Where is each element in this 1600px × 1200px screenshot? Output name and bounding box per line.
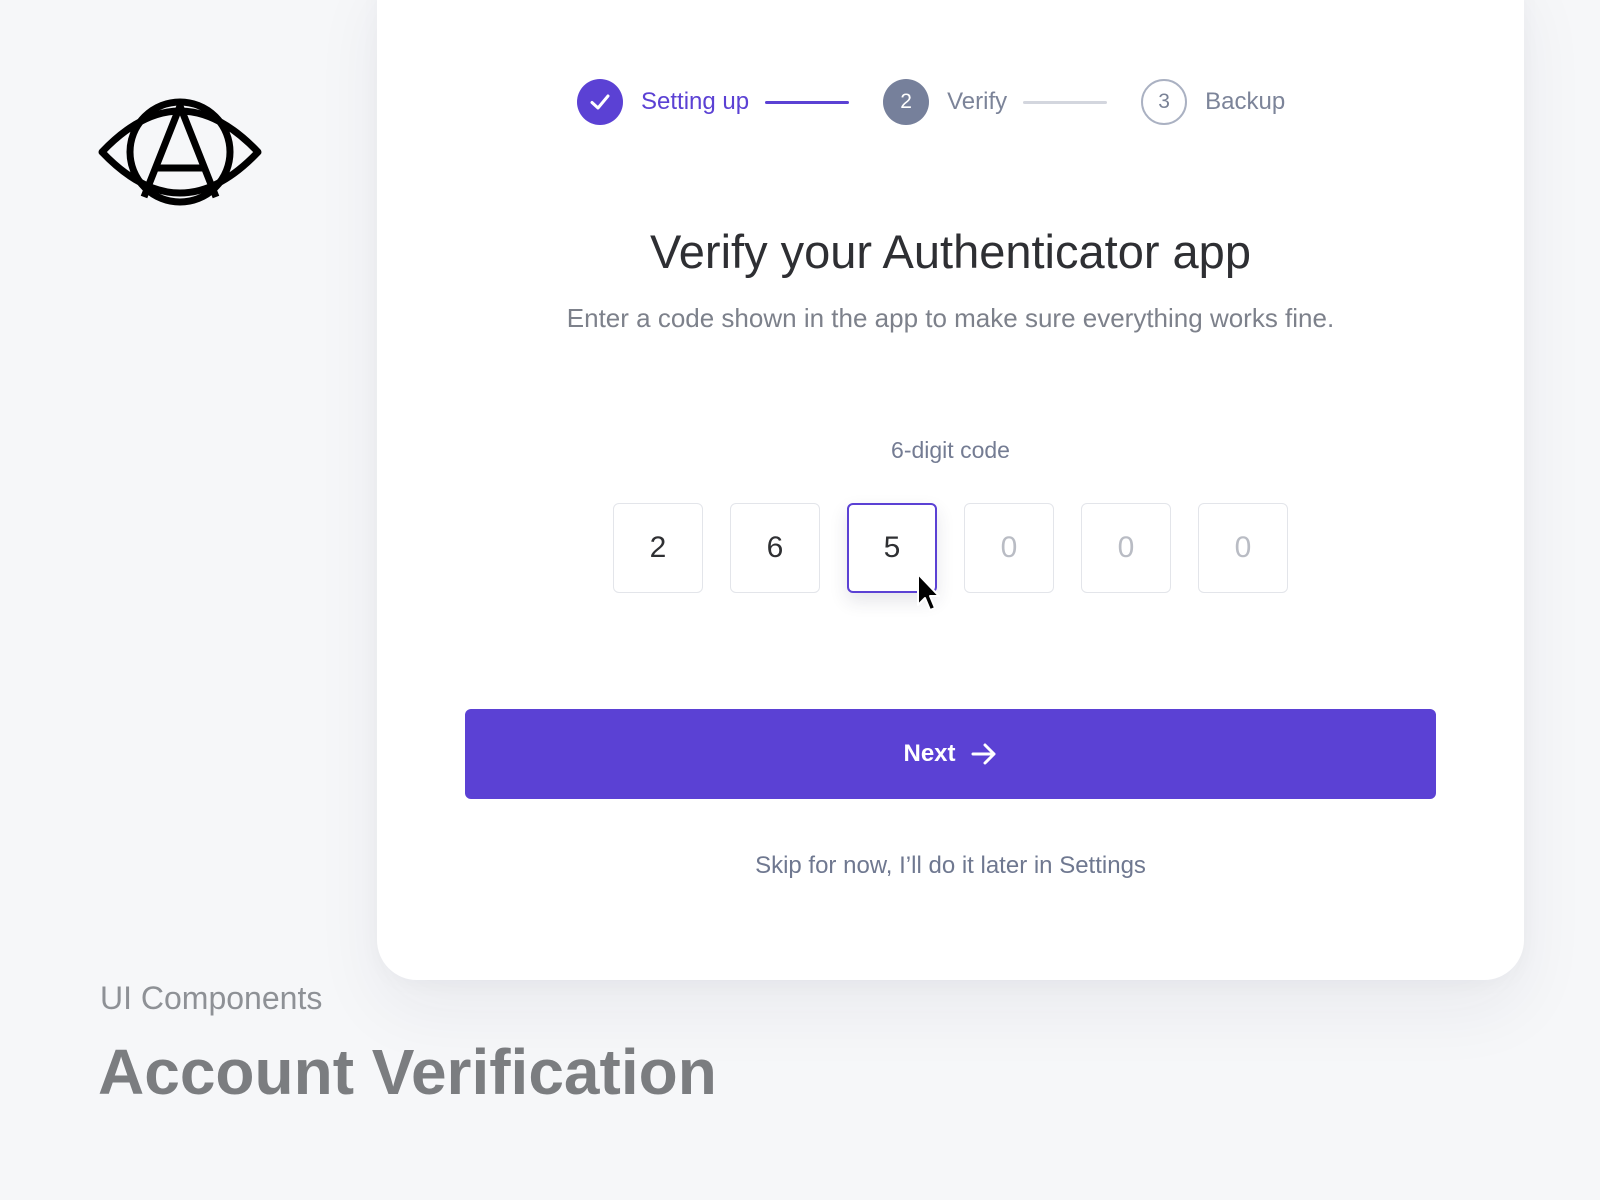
step-label: Verify xyxy=(947,88,1008,115)
step-connector xyxy=(765,100,850,104)
step-number: 3 xyxy=(1141,79,1188,125)
step-setting-up: Setting up xyxy=(577,79,749,125)
progress-stepper: Setting up 2 Verify 3 Backup xyxy=(577,78,1285,126)
check-icon xyxy=(577,79,623,125)
skip-link[interactable]: Skip for now, I’ll do it later in Settin… xyxy=(377,852,1524,880)
code-digit-4[interactable]: 0 xyxy=(964,503,1054,593)
page-subtitle: Enter a code shown in the app to make su… xyxy=(566,303,1335,333)
code-label: 6-digit code xyxy=(891,437,1010,463)
step-number: 2 xyxy=(883,79,930,125)
verification-card xyxy=(377,0,1524,980)
step-connector xyxy=(1023,100,1108,104)
caption-title: Account Verification xyxy=(98,1036,717,1108)
step-backup: 3 Backup xyxy=(1141,79,1285,125)
next-button-label: Next xyxy=(903,740,956,767)
step-verify: 2 Verify xyxy=(883,79,1007,125)
code-input-group: 2 6 5 0 0 0 xyxy=(613,503,1288,593)
next-button[interactable]: Next xyxy=(465,709,1436,799)
page-title: Verify your Authenticator app xyxy=(650,225,1251,278)
code-digit-5[interactable]: 0 xyxy=(1081,503,1171,593)
step-label: Setting up xyxy=(641,88,750,115)
code-digit-6[interactable]: 0 xyxy=(1198,503,1288,593)
arrow-right-icon xyxy=(971,743,996,765)
mouse-pointer-icon xyxy=(917,573,940,611)
eye-a-logo xyxy=(98,98,262,206)
code-digit-2[interactable]: 6 xyxy=(730,503,820,593)
step-label: Backup xyxy=(1205,88,1286,115)
caption-category: UI Components xyxy=(100,980,323,1016)
code-digit-1[interactable]: 2 xyxy=(613,503,703,593)
